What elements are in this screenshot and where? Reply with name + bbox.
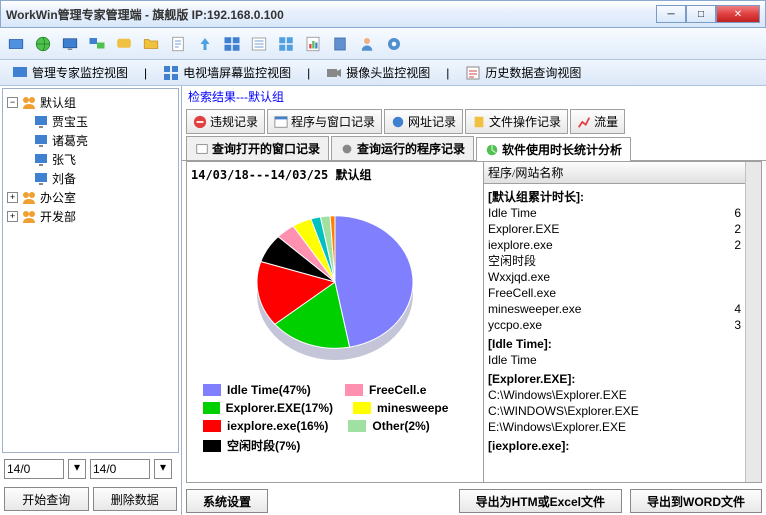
grid-icon[interactable] [274,32,298,56]
search-result-label: 检索结果---默认组 [182,86,766,107]
subtab-programs[interactable]: 查询运行的程序记录 [331,136,474,160]
list-item[interactable]: 空闲时段 [488,253,741,269]
date-to-dd[interactable]: ▾ [154,459,172,479]
tree-view[interactable]: −默认组 贾宝玉 诸葛亮 张飞 刘备 +办公室 +开发部 [2,88,179,453]
tree-user-4[interactable]: 刘备 [7,169,174,188]
view-tabs: 管理专家监控视图 | 电视墙屏幕监控视图 | 摄像头监控视图 | 历史数据查询视… [0,60,766,86]
globe-icon[interactable] [31,32,55,56]
subtab-usage-stats[interactable]: 软件使用时长统计分析 [476,137,631,161]
user-icon[interactable] [355,32,379,56]
program-list[interactable]: 程序/网站名称 [默认组累计时长]: Idle Time6 Explorer.E… [483,162,745,482]
close-button[interactable]: ✕ [716,5,760,23]
date-to[interactable] [90,459,150,479]
list-item[interactable]: Wxxjqd.exe [488,269,741,285]
bottom-bar: 系统设置 导出为HTM或Excel文件 导出到WORD文件 [182,483,766,515]
minimize-button[interactable]: ─ [656,5,686,23]
list-item[interactable]: minesweeper.exe4 [488,301,741,317]
list-item[interactable]: FreeCell.exe [488,285,741,301]
report-icon[interactable] [301,32,325,56]
list-section: [Explorer.EXE]: [488,371,741,387]
book-icon[interactable] [328,32,352,56]
screens-icon[interactable] [220,32,244,56]
tree-user-3[interactable]: 张飞 [7,150,174,169]
list-item[interactable]: Idle Time [488,352,741,368]
start-query-button[interactable]: 开始查询 [4,487,89,511]
legend-mines: minesweepe [353,401,467,415]
main-toolbar [0,28,766,60]
list-header: 程序/网站名称 [484,162,745,184]
monitor-icon[interactable] [58,32,82,56]
settings-icon[interactable] [382,32,406,56]
chart-pane: 14/03/18---14/03/25 默认组 Idle Time(47%) F… [187,162,483,482]
list-item[interactable]: C:\WINDOWS\Explorer.EXE [488,403,741,419]
list-item[interactable]: E:\Windows\Explorer.EXE [488,419,741,435]
view-tab-history[interactable]: 历史数据查询视图 [461,62,585,83]
left-panel: −默认组 贾宝玉 诸葛亮 张飞 刘备 +办公室 +开发部 ▾ ▾ 开始查询 删除… [0,86,182,515]
list-item[interactable]: C:\Windows\Explorer.EXE [488,387,741,403]
monitors-icon[interactable] [85,32,109,56]
list-item[interactable]: iexplore.exe2 [488,237,741,253]
date-range: ▾ ▾ [0,455,181,483]
right-panel: 检索结果---默认组 违规记录 程序与窗口记录 网址记录 文件操作记录 流量 查… [182,86,766,515]
legend-idle: Idle Time(47%) [203,383,325,397]
tab-violation[interactable]: 违规记录 [186,109,265,134]
view-tab-tvwall[interactable]: 电视墙屏幕监控视图 [159,62,295,83]
legend-explorer: Explorer.EXE(17%) [203,401,333,415]
toolbar-icon-1[interactable] [4,32,28,56]
document-icon[interactable] [166,32,190,56]
tab-url[interactable]: 网址记录 [384,109,463,134]
window-title: WorkWin管理专家管理端 - 旗舰版 IP:192.168.0.100 [6,6,656,23]
tab-file-ops[interactable]: 文件操作记录 [465,109,568,134]
view-tab-camera[interactable]: 摄像头监控视图 [322,62,434,83]
pie-chart [191,187,479,377]
view-tab-monitor[interactable]: 管理专家监控视图 [8,62,132,83]
chart-legend: Idle Time(47%) FreeCell.e Explorer.EXE(1… [191,377,479,460]
vertical-scrollbar[interactable] [745,162,761,482]
list-item[interactable]: yccpo.exe3 [488,317,741,333]
list-section: [Idle Time]: [488,336,741,352]
tree-user-1[interactable]: 贾宝玉 [7,112,174,131]
titlebar: WorkWin管理专家管理端 - 旗舰版 IP:192.168.0.100 ─ … [0,0,766,28]
subtab-windows[interactable]: 查询打开的窗口记录 [186,136,329,160]
list-item[interactable]: Explorer.EXE2 [488,221,741,237]
list-item[interactable]: Idle Time6 [488,205,741,221]
list-section: [iexplore.exe]: [488,438,741,454]
list-section: [默认组累计时长]: [488,189,741,205]
export-html-excel-button[interactable]: 导出为HTM或Excel文件 [459,489,622,513]
chat-icon[interactable] [112,32,136,56]
tree-user-2[interactable]: 诸葛亮 [7,131,174,150]
tree-group-dev[interactable]: +开发部 [7,207,174,226]
legend-iexplore: iexplore.exe(16%) [203,419,328,433]
record-tabs: 违规记录 程序与窗口记录 网址记录 文件操作记录 流量 [182,107,766,136]
legend-freecell: FreeCell.e [345,383,467,397]
date-from[interactable] [4,459,64,479]
legend-other: Other(2%) [348,419,467,433]
export-word-button[interactable]: 导出到WORD文件 [630,489,762,513]
maximize-button[interactable]: □ [686,5,716,23]
tree-group-default[interactable]: −默认组 [7,93,174,112]
delete-data-button[interactable]: 删除数据 [93,487,178,511]
date-from-dd[interactable]: ▾ [68,459,86,479]
system-settings-button[interactable]: 系统设置 [186,489,268,513]
list-icon[interactable] [247,32,271,56]
chart-title: 14/03/18---14/03/25 默认组 [191,166,479,183]
tab-traffic[interactable]: 流量 [570,109,625,134]
up-icon[interactable] [193,32,217,56]
tree-group-office[interactable]: +办公室 [7,188,174,207]
legend-idle-period: 空闲时段(7%) [203,437,333,454]
tab-program-window[interactable]: 程序与窗口记录 [267,109,382,134]
folder-icon[interactable] [139,32,163,56]
sub-tabs: 查询打开的窗口记录 查询运行的程序记录 软件使用时长统计分析 [182,136,766,161]
